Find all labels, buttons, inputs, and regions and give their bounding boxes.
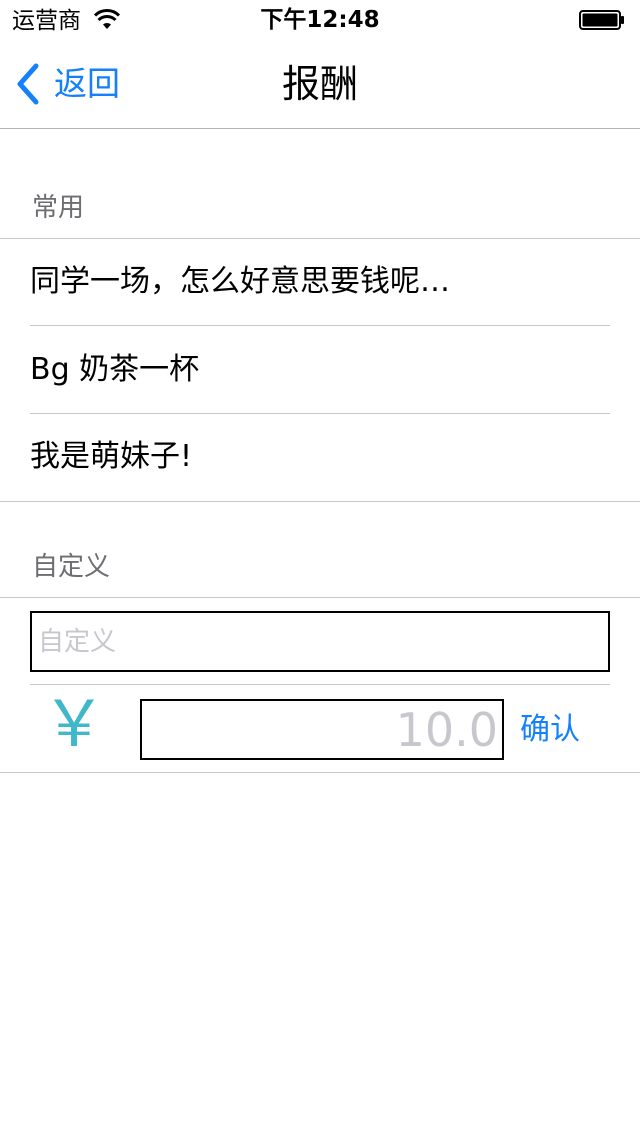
divider — [0, 772, 640, 773]
yen-icon: ￥ — [42, 688, 106, 762]
confirm-button[interactable]: 确认 — [520, 708, 590, 752]
status-bar: 运营商 下午12:48 — [0, 0, 640, 40]
section-header-custom: 自定义 — [32, 552, 111, 582]
status-time: 下午12:48 — [260, 7, 380, 33]
nav-bar: 返回 报酬 — [0, 40, 640, 129]
section-header-common: 常用 — [32, 193, 85, 223]
divider — [0, 238, 640, 239]
list-item[interactable]: 我是萌妹子! — [30, 437, 192, 477]
amount-input[interactable] — [140, 699, 504, 760]
list-item[interactable]: Bg 奶茶一杯 — [30, 350, 199, 390]
list-item[interactable]: 同学一场，怎么好意思要钱呢… — [30, 262, 450, 302]
page-title: 报酬 — [281, 62, 358, 106]
divider — [0, 597, 640, 598]
divider — [30, 325, 610, 326]
divider — [0, 501, 640, 502]
battery-full-icon — [579, 10, 624, 30]
custom-text-input[interactable] — [30, 611, 610, 672]
divider — [30, 413, 610, 414]
divider — [30, 684, 610, 685]
